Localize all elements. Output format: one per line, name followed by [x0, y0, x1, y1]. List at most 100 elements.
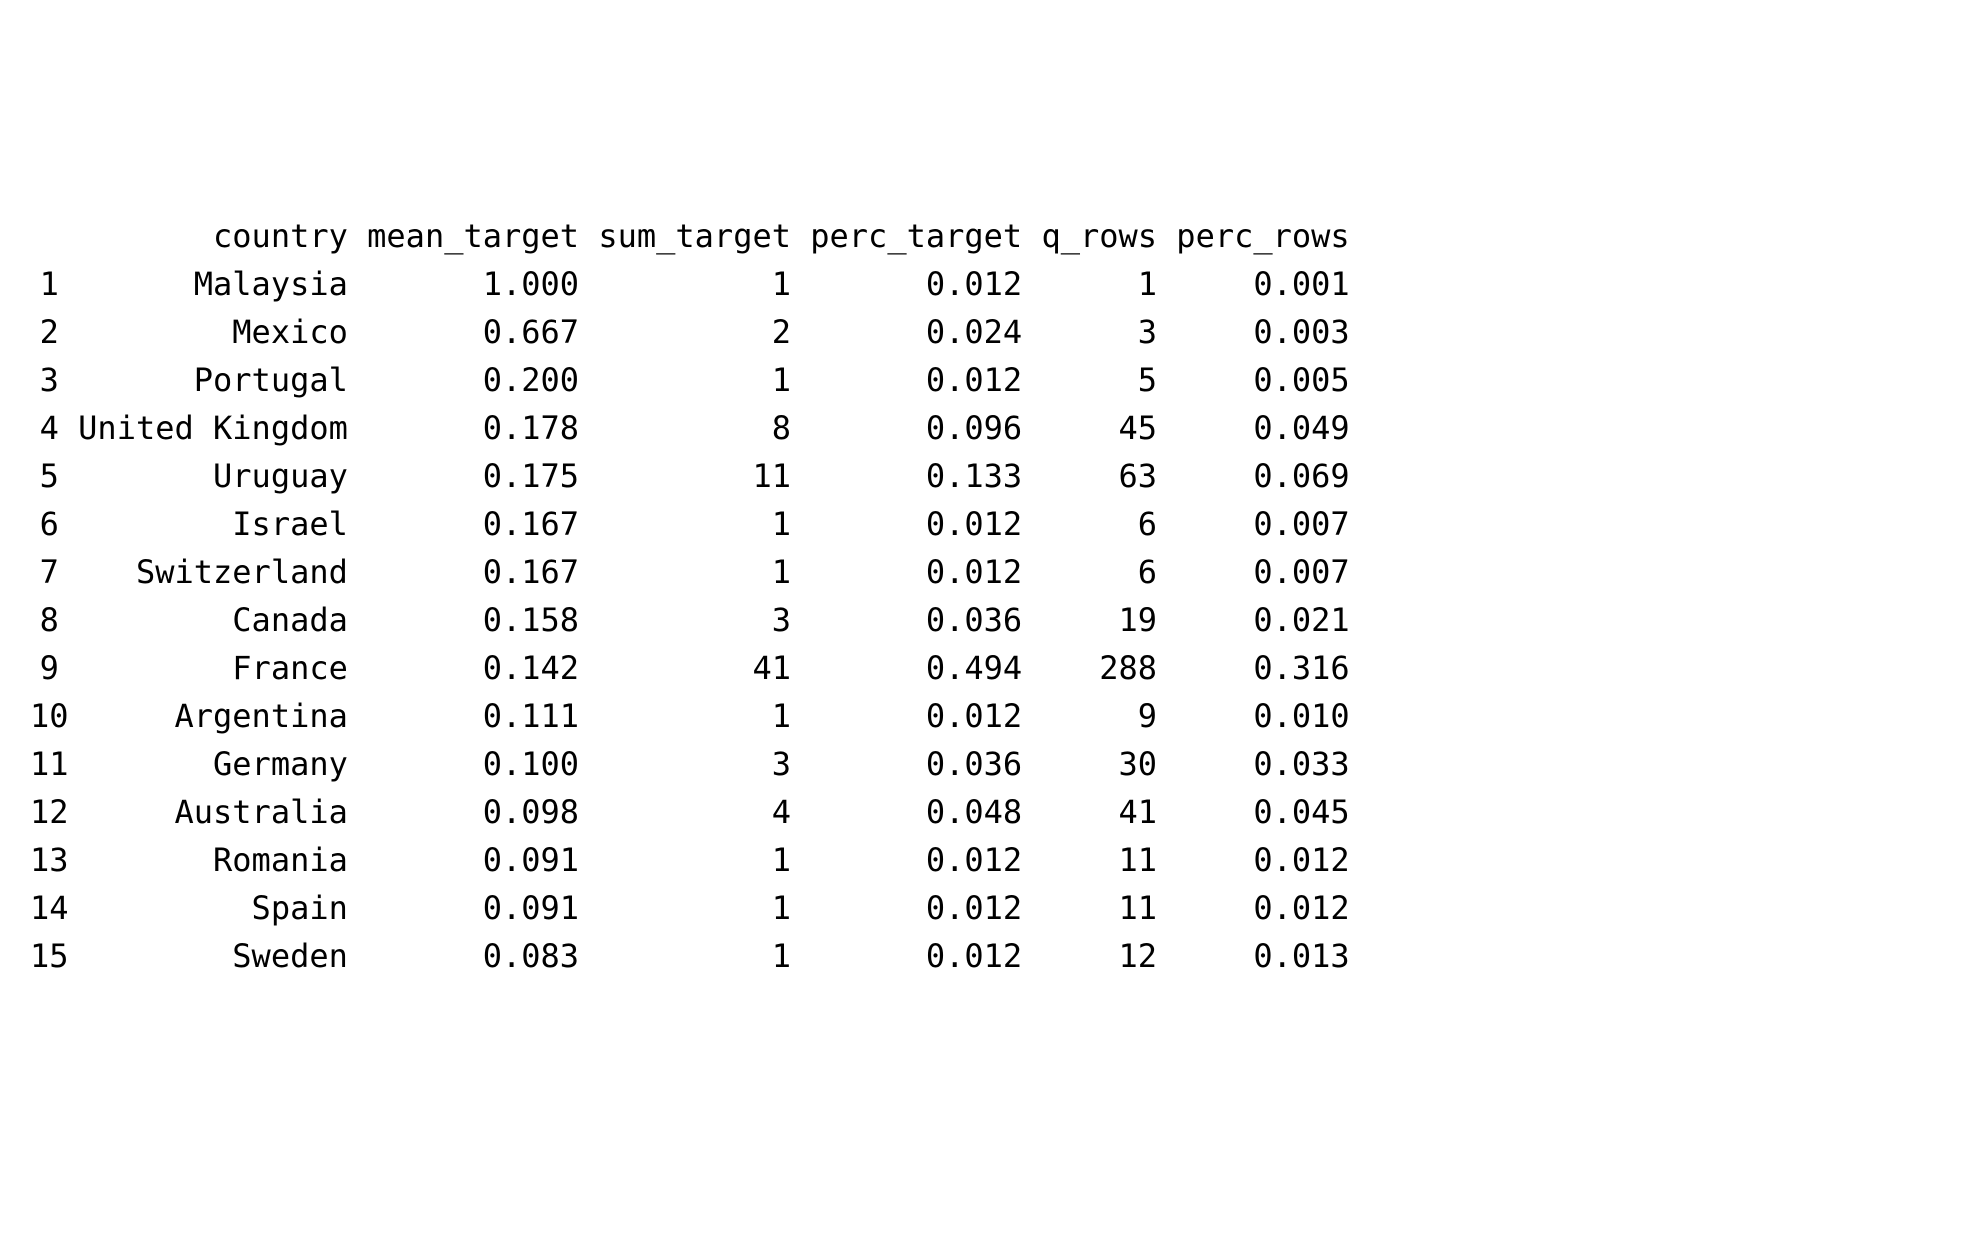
cell-sum-target: 1: [598, 356, 810, 404]
cell-sum-target: 41: [598, 644, 810, 692]
cell-perc-rows: 0.010: [1176, 692, 1369, 740]
cell-perc-rows: 0.069: [1176, 452, 1369, 500]
cell-sum-target: 1: [598, 884, 810, 932]
cell-mean-target: 0.175: [367, 452, 598, 500]
cell-q-rows: 9: [1041, 692, 1176, 740]
cell-mean-target: 0.091: [367, 884, 598, 932]
cell-perc-target: 0.048: [810, 788, 1041, 836]
row-index: 12: [30, 788, 78, 836]
cell-perc-rows: 0.021: [1176, 596, 1369, 644]
cell-perc-target: 0.012: [810, 836, 1041, 884]
cell-perc-rows: 0.005: [1176, 356, 1369, 404]
cell-country: Germany: [78, 740, 367, 788]
cell-q-rows: 5: [1041, 356, 1176, 404]
cell-q-rows: 3: [1041, 308, 1176, 356]
row-index: 6: [30, 500, 78, 548]
cell-q-rows: 41: [1041, 788, 1176, 836]
cell-perc-target: 0.012: [810, 692, 1041, 740]
cell-perc-target: 0.024: [810, 308, 1041, 356]
row-index: 7: [30, 548, 78, 596]
row-index: 1: [30, 260, 78, 308]
cell-mean-target: 0.098: [367, 788, 598, 836]
cell-perc-target: 0.012: [810, 500, 1041, 548]
cell-perc-target: 0.012: [810, 548, 1041, 596]
cell-q-rows: 12: [1041, 932, 1176, 980]
cell-country: Portugal: [78, 356, 367, 404]
cell-sum-target: 3: [598, 740, 810, 788]
cell-perc-rows: 0.007: [1176, 500, 1369, 548]
cell-sum-target: 3: [598, 596, 810, 644]
cell-mean-target: 0.667: [367, 308, 598, 356]
cell-mean-target: 0.111: [367, 692, 598, 740]
cell-q-rows: 11: [1041, 884, 1176, 932]
cell-perc-rows: 0.033: [1176, 740, 1369, 788]
cell-country: Spain: [78, 884, 367, 932]
row-index: 3: [30, 356, 78, 404]
cell-mean-target: 1.000: [367, 260, 598, 308]
cell-perc-rows: 0.049: [1176, 404, 1369, 452]
cell-sum-target: 4: [598, 788, 810, 836]
cell-mean-target: 0.178: [367, 404, 598, 452]
cell-q-rows: 45: [1041, 404, 1176, 452]
cell-country: United Kingdom: [78, 404, 367, 452]
header-perc-rows: perc_rows: [1176, 212, 1369, 260]
cell-perc-rows: 0.012: [1176, 836, 1369, 884]
cell-mean-target: 0.200: [367, 356, 598, 404]
cell-perc-target: 0.012: [810, 356, 1041, 404]
cell-perc-target: 0.133: [810, 452, 1041, 500]
row-index: 11: [30, 740, 78, 788]
cell-perc-rows: 0.001: [1176, 260, 1369, 308]
cell-perc-target: 0.012: [810, 884, 1041, 932]
cell-country: Uruguay: [78, 452, 367, 500]
row-index: 13: [30, 836, 78, 884]
cell-sum-target: 8: [598, 404, 810, 452]
cell-perc-target: 0.494: [810, 644, 1041, 692]
cell-mean-target: 0.142: [367, 644, 598, 692]
cell-country: Argentina: [78, 692, 367, 740]
cell-q-rows: 11: [1041, 836, 1176, 884]
row-index: 4: [30, 404, 78, 452]
header-mean-target: mean_target: [367, 212, 598, 260]
header-sum-target: sum_target: [598, 212, 810, 260]
cell-mean-target: 0.167: [367, 500, 598, 548]
cell-country: Romania: [78, 836, 367, 884]
cell-perc-rows: 0.012: [1176, 884, 1369, 932]
cell-country: Australia: [78, 788, 367, 836]
row-index: 10: [30, 692, 78, 740]
cell-sum-target: 1: [598, 500, 810, 548]
header-index: [30, 212, 78, 260]
header-q-rows: q_rows: [1041, 212, 1176, 260]
header-perc-target: perc_target: [810, 212, 1041, 260]
cell-perc-target: 0.012: [810, 932, 1041, 980]
cell-perc-target: 0.036: [810, 740, 1041, 788]
cell-sum-target: 1: [598, 692, 810, 740]
cell-country: Switzerland: [78, 548, 367, 596]
cell-country: Sweden: [78, 932, 367, 980]
cell-mean-target: 0.091: [367, 836, 598, 884]
cell-perc-target: 0.036: [810, 596, 1041, 644]
cell-mean-target: 0.100: [367, 740, 598, 788]
cell-perc-target: 0.096: [810, 404, 1041, 452]
row-index: 2: [30, 308, 78, 356]
cell-q-rows: 63: [1041, 452, 1176, 500]
cell-q-rows: 30: [1041, 740, 1176, 788]
cell-country: Canada: [78, 596, 367, 644]
cell-country: Israel: [78, 500, 367, 548]
cell-q-rows: 6: [1041, 548, 1176, 596]
cell-perc-target: 0.012: [810, 260, 1041, 308]
cell-sum-target: 1: [598, 836, 810, 884]
cell-sum-target: 2: [598, 308, 810, 356]
cell-sum-target: 11: [598, 452, 810, 500]
cell-q-rows: 288: [1041, 644, 1176, 692]
cell-perc-rows: 0.013: [1176, 932, 1369, 980]
row-index: 15: [30, 932, 78, 980]
row-index: 8: [30, 596, 78, 644]
cell-q-rows: 19: [1041, 596, 1176, 644]
cell-mean-target: 0.158: [367, 596, 598, 644]
cell-country: Mexico: [78, 308, 367, 356]
cell-country: Malaysia: [78, 260, 367, 308]
row-index: 14: [30, 884, 78, 932]
row-index: 5: [30, 452, 78, 500]
cell-q-rows: 1: [1041, 260, 1176, 308]
row-index: 9: [30, 644, 78, 692]
